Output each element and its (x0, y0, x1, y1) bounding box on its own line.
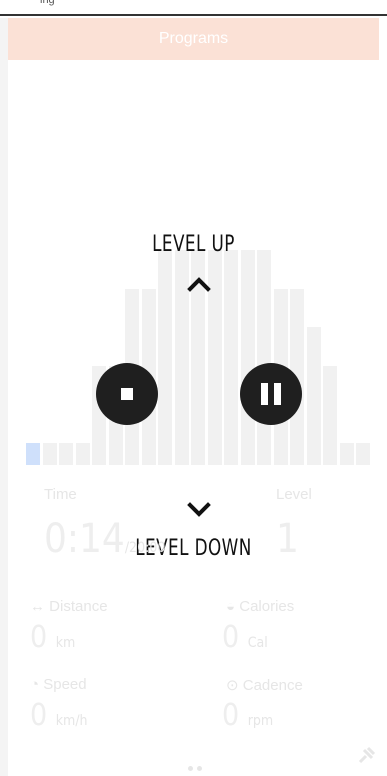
program-bar (356, 443, 370, 465)
level-label: Level (276, 486, 312, 503)
stop-button[interactable] (96, 363, 158, 425)
program-bar (339, 443, 354, 465)
chevron-up-icon[interactable] (187, 272, 211, 296)
program-bar (59, 443, 73, 465)
cadence-label: ⊙ Cadence (226, 677, 303, 694)
time-total: /20:00 (124, 540, 166, 556)
program-bar (158, 250, 172, 465)
program-bar (224, 250, 238, 465)
time-label: Time (44, 486, 77, 503)
distance-label-text: Distance (49, 598, 108, 615)
page-indicator (186, 758, 204, 776)
pause-button[interactable] (240, 363, 302, 425)
cadence-unit: rpm (247, 713, 274, 729)
distance-value: 0 km (30, 620, 75, 655)
program-bar (75, 443, 90, 465)
speed-label-text: Speed (43, 676, 87, 693)
time-value: 0:14/20:00 (44, 516, 165, 562)
page-dot[interactable] (197, 766, 202, 771)
top-status-strip: ing (0, 0, 387, 16)
pin-icon[interactable] (356, 744, 378, 766)
time-current: 0:14 (44, 516, 125, 562)
calories-label-text: Calories (239, 598, 295, 615)
level-value: 1 (276, 516, 299, 562)
calories-value: 0 Cal (222, 620, 268, 655)
distance-label: ↔ Distance (30, 598, 108, 615)
top-snippet-text: ing (40, 0, 55, 6)
program-bar (26, 443, 40, 465)
page-title: Programs (158, 30, 229, 47)
page-header: Programs (8, 18, 379, 60)
distance-unit: km (55, 635, 76, 651)
program-bar (257, 250, 271, 465)
stop-icon (121, 388, 133, 400)
left-edge (0, 18, 8, 776)
program-bar (240, 250, 255, 465)
chevron-down-icon[interactable] (187, 498, 211, 522)
pause-icon (261, 383, 268, 405)
calories-label: ◒ Calories (226, 598, 295, 615)
speed-value: 0 km/h (30, 698, 88, 733)
speed-label: ◔ Speed (30, 676, 87, 693)
speed-number: 0 (30, 698, 48, 733)
pause-icon-bar (274, 383, 281, 405)
cadence-label-text: Cadence (242, 677, 303, 694)
cadence-value: 0 rpm (222, 698, 273, 733)
speed-unit: km/h (55, 713, 88, 729)
cadence-number: 0 (222, 698, 240, 733)
program-bar (42, 443, 57, 465)
calories-unit: Cal (247, 635, 268, 651)
distance-number: 0 (30, 620, 48, 655)
page-dot[interactable] (188, 766, 193, 771)
program-bar (323, 365, 337, 465)
level-up-label: LEVEL UP (152, 232, 235, 257)
calories-number: 0 (222, 620, 240, 655)
program-bar (306, 327, 321, 465)
